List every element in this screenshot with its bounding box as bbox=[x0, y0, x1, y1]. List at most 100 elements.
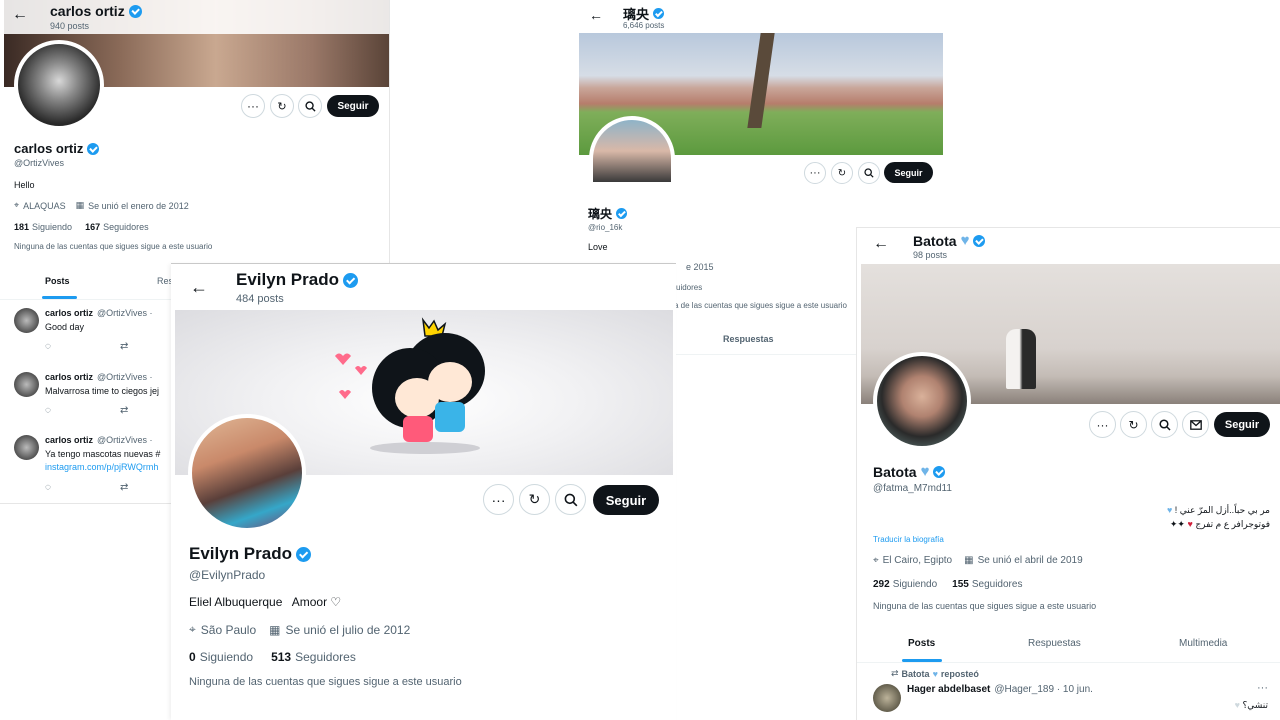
following-count[interactable]: 292 bbox=[873, 579, 890, 590]
message-button[interactable] bbox=[1182, 411, 1209, 438]
follow-button[interactable]: Seguir bbox=[593, 485, 659, 515]
profile-bio: Hello bbox=[14, 180, 35, 190]
repost-icon[interactable]: ⇄ bbox=[120, 405, 128, 416]
calendar-icon: ▦ bbox=[964, 555, 974, 566]
following-count[interactable]: 181 bbox=[14, 222, 29, 232]
header-post-count: 484 posts bbox=[236, 293, 284, 305]
followers-count[interactable]: 167 bbox=[85, 222, 100, 232]
tweet-avatar[interactable] bbox=[14, 435, 39, 460]
followers-label[interactable]: Seguidores bbox=[295, 650, 356, 664]
followers-label[interactable]: uidores bbox=[676, 283, 702, 292]
tweet-avatar[interactable] bbox=[14, 308, 39, 333]
followers-count[interactable]: 155 bbox=[952, 579, 969, 590]
repost-indicator: ⇄ Batota ♥ reposteó bbox=[891, 668, 979, 679]
reply-icon[interactable]: ◌ bbox=[45, 341, 51, 352]
verified-badge-icon bbox=[295, 546, 311, 562]
location-pin-icon: ⌖ bbox=[189, 622, 196, 636]
blue-heart-icon: ♥ bbox=[932, 668, 938, 679]
back-arrow-icon[interactable]: ← bbox=[873, 235, 889, 253]
tweet-more-icon[interactable]: ··· bbox=[1257, 682, 1268, 694]
reply-icon[interactable]: ◌ bbox=[45, 482, 51, 493]
tweet-avatar[interactable] bbox=[873, 684, 901, 712]
search-button[interactable] bbox=[858, 162, 880, 184]
more-button[interactable]: ··· bbox=[241, 94, 265, 118]
avatar[interactable] bbox=[188, 414, 306, 532]
tweet-handle[interactable]: @Hager_189 · 10 jun. bbox=[994, 684, 1093, 695]
search-button[interactable] bbox=[555, 484, 586, 515]
couple-figure bbox=[1006, 329, 1036, 389]
repost-icon[interactable]: ⇄ bbox=[120, 341, 128, 352]
following-label[interactable]: Siguiendo bbox=[32, 222, 72, 232]
tweet-handle[interactable]: @OrtizVives · bbox=[97, 372, 152, 382]
avatar[interactable] bbox=[873, 352, 971, 450]
profile-bio-line1: مر بي حباً..أزل المرّ عني ! ♥ bbox=[1167, 505, 1270, 516]
following-count[interactable]: 0 bbox=[189, 650, 196, 664]
profile-meta: ⌖ El Cairo, Egipto ▦ Se unió el abril de 2… bbox=[873, 555, 1083, 566]
tweet-author[interactable]: carlos ortiz bbox=[45, 435, 93, 445]
location-text: El Cairo, Egipto bbox=[882, 555, 953, 566]
tweet-text: Good day bbox=[45, 322, 85, 332]
tweet-author[interactable]: carlos ortiz bbox=[45, 308, 93, 318]
search-icon bbox=[564, 493, 577, 506]
follow-button[interactable]: Seguir bbox=[884, 162, 933, 183]
search-icon bbox=[864, 168, 874, 178]
tweet-handle[interactable]: @OrtizVives · bbox=[97, 308, 152, 318]
bio-text: فوتوجرافر ع م تفرج bbox=[1195, 519, 1270, 529]
back-arrow-icon[interactable]: ← bbox=[589, 7, 603, 23]
tweet-author[interactable]: carlos ortiz bbox=[45, 372, 93, 382]
search-button[interactable] bbox=[1151, 411, 1178, 438]
reposter-name[interactable]: Batota bbox=[902, 669, 930, 679]
followers-count[interactable]: 513 bbox=[271, 650, 291, 664]
tweet-handle[interactable]: @OrtizVives · bbox=[97, 435, 152, 445]
back-arrow-icon[interactable]: ← bbox=[190, 277, 208, 298]
follow-stats: 292 Siguiendo 155 Seguidores bbox=[873, 579, 1022, 590]
tweet-author[interactable]: Hager abdelbaset bbox=[907, 684, 990, 695]
header-post-count: 940 posts bbox=[50, 21, 90, 31]
follow-stats: 0 Siguiendo 513 Seguidores bbox=[189, 650, 356, 664]
followers-label[interactable]: Seguidores bbox=[972, 579, 1023, 590]
follow-button[interactable]: Seguir bbox=[1214, 412, 1270, 437]
followers-label[interactable]: Seguidores bbox=[103, 222, 149, 232]
tab-replies[interactable]: Respuestas bbox=[723, 334, 774, 344]
following-label[interactable]: Siguiendo bbox=[200, 650, 253, 664]
tweet-avatar[interactable] bbox=[14, 372, 39, 397]
more-button[interactable]: ··· bbox=[483, 484, 514, 515]
profile-bio-line2: فوتوجرافر ع م تفرج ♥ ✦✦ bbox=[1170, 519, 1270, 530]
grok-button[interactable]: ↻ bbox=[519, 484, 550, 515]
profile-name: Batota ♥ bbox=[873, 463, 946, 480]
followers-you-know-note: a de las cuentas que sigues sigue a este… bbox=[674, 301, 848, 310]
location-pin-icon: ⌖ bbox=[873, 555, 879, 566]
reply-icon[interactable]: ◌ bbox=[45, 405, 51, 416]
search-icon bbox=[1158, 418, 1171, 431]
translate-bio-link[interactable]: Traducir la biografía bbox=[873, 535, 944, 544]
tweet-text: تنشي؟ ♥ bbox=[1235, 700, 1268, 711]
search-button[interactable] bbox=[298, 94, 322, 118]
following-label[interactable]: Siguiendo bbox=[893, 579, 937, 590]
sticky-header: ← Batota ♥ 98 posts bbox=[857, 228, 1280, 264]
blue-heart-icon: ♥ bbox=[960, 232, 970, 249]
repost-icon[interactable]: ⇄ bbox=[120, 482, 128, 493]
more-button[interactable]: ··· bbox=[804, 162, 826, 184]
grok-button[interactable]: ↻ bbox=[1120, 411, 1147, 438]
profile-handle: @fatma_M7md11 bbox=[873, 483, 952, 494]
tweet-link[interactable]: instagram.com/p/pjRWQrmh bbox=[45, 462, 158, 472]
blue-heart-icon: ♥ bbox=[1166, 505, 1173, 515]
profile-bio: Eliel Albuquerque Amoor ♡ bbox=[189, 595, 342, 609]
tab-replies[interactable]: Respuestas bbox=[1028, 638, 1081, 649]
avatar[interactable] bbox=[14, 40, 104, 130]
tab-media[interactable]: Multimedia bbox=[1179, 638, 1227, 649]
grok-button[interactable]: ↻ bbox=[270, 94, 294, 118]
repost-icon: ⇄ bbox=[891, 668, 899, 678]
profile-panel-batota: ← Batota ♥ 98 posts ··· ↻ Seguir Batota … bbox=[857, 228, 1280, 720]
back-arrow-icon[interactable]: ← bbox=[12, 6, 28, 24]
joined-text: Se unió el abril de 2019 bbox=[977, 555, 1083, 566]
follow-button[interactable]: Seguir bbox=[327, 95, 379, 117]
tab-posts[interactable]: Posts bbox=[45, 276, 70, 286]
followers-you-know-note: Ninguna de las cuentas que sigues sigue … bbox=[873, 601, 1097, 611]
grok-button[interactable]: ↻ bbox=[831, 162, 853, 184]
tabs-divider bbox=[857, 662, 1280, 663]
tree-trunk bbox=[747, 33, 775, 128]
tab-posts[interactable]: Posts bbox=[908, 638, 935, 649]
cartoon-couple-illustration bbox=[335, 317, 485, 454]
more-button[interactable]: ··· bbox=[1089, 411, 1116, 438]
